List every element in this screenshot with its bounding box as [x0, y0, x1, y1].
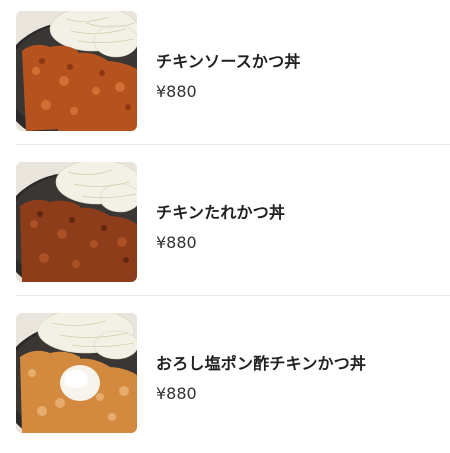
food-photo-oroshi-shio-ponzu-chicken-katsudon: [16, 313, 137, 433]
menu-item-chicken-sauce-katsudon[interactable]: チキンソースかつ丼 ¥880: [0, 0, 450, 151]
food-photo-chicken-tare-katsudon: [16, 162, 137, 282]
menu-item-name: チキンたれかつ丼: [156, 203, 286, 222]
menu-item-oroshi-shio-ponzu-chicken-katsudon[interactable]: おろし塩ポン酢チキンかつ丼 ¥880: [0, 302, 450, 453]
menu-item-price: ¥880: [156, 233, 197, 252]
menu-item-price: ¥880: [156, 82, 197, 101]
menu-item-price: ¥880: [156, 384, 197, 403]
menu-list: チキンソースかつ丼 ¥880 チキンたれかつ丼 ¥880 おろし塩ポン酢チキンか…: [0, 0, 450, 447]
menu-item-chicken-tare-katsudon[interactable]: チキンたれかつ丼 ¥880: [0, 151, 450, 302]
divider: [16, 144, 450, 145]
divider: [16, 295, 450, 296]
menu-item-name: おろし塩ポン酢チキンかつ丼: [156, 354, 367, 373]
food-photo-chicken-sauce-katsudon: [16, 11, 137, 131]
menu-item-name: チキンソースかつ丼: [156, 52, 301, 71]
